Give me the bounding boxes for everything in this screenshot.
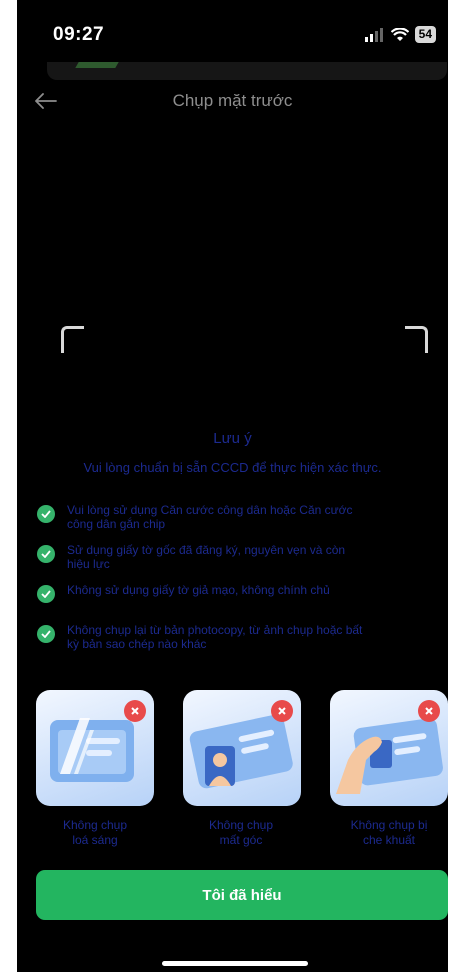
list-item: Không chụp lại từ bản photocopy, từ ảnh … xyxy=(37,623,437,651)
scan-frame-corner-top-left xyxy=(61,326,84,353)
status-time: 09:27 xyxy=(53,24,105,45)
list-item-text: Vui lòng sử dụng Căn cước công dân hoặc … xyxy=(67,503,353,531)
close-icon xyxy=(418,700,440,722)
home-indicator[interactable] xyxy=(162,961,308,966)
note-subtitle: Vui lòng chuẩn bị sẵn CCCD để thực hiện … xyxy=(83,460,382,475)
card-label: Không chụp bị che khuất xyxy=(350,818,428,847)
list-item: Không sử dụng giấy tờ giả mạo, không chí… xyxy=(37,583,437,603)
close-icon xyxy=(271,700,293,722)
list-item: Vui lòng sử dụng Căn cước công dân hoặc … xyxy=(37,503,437,531)
check-circle-icon xyxy=(37,505,55,523)
top-overlay-strip xyxy=(47,62,447,80)
list-item: Sử dụng giấy tờ gốc đã đăng ký, nguyên v… xyxy=(37,543,437,571)
card-label: Không chụp mất góc xyxy=(208,818,274,847)
cut-corner-card-icon xyxy=(183,690,301,806)
list-item-text: Không sử dụng giấy tờ giả mạo, không chí… xyxy=(67,583,330,597)
glare-card-icon xyxy=(36,690,154,806)
list-item-text: Sử dụng giấy tờ gốc đã đăng ký, nguyên v… xyxy=(67,543,346,571)
understood-button[interactable]: Tôi đã hiểu xyxy=(36,870,448,920)
signal-icon xyxy=(364,27,383,42)
close-icon xyxy=(124,700,146,722)
check-circle-icon xyxy=(37,585,55,603)
card-label: Không chụp loá sáng xyxy=(62,818,128,847)
battery-icon: 54 xyxy=(414,26,436,43)
requirement-list: Vui lòng sử dụng Căn cước công dân hoặc … xyxy=(37,503,437,663)
scan-frame-corner-top-right xyxy=(405,326,428,353)
status-icons: 54 xyxy=(364,26,436,43)
note-title: Lưu ý xyxy=(213,430,252,447)
page-title: Chụp mặt trước xyxy=(172,91,293,110)
check-circle-icon xyxy=(37,545,55,563)
covered-card-icon xyxy=(330,690,448,806)
wifi-icon xyxy=(390,27,409,41)
check-circle-icon xyxy=(37,625,55,643)
phone-screen: 09:27 54 Chụp mặt trước Lưu ý Vui lòng c… xyxy=(17,0,448,972)
list-item-text: Không chụp lại từ bản photocopy, từ ảnh … xyxy=(67,623,363,651)
